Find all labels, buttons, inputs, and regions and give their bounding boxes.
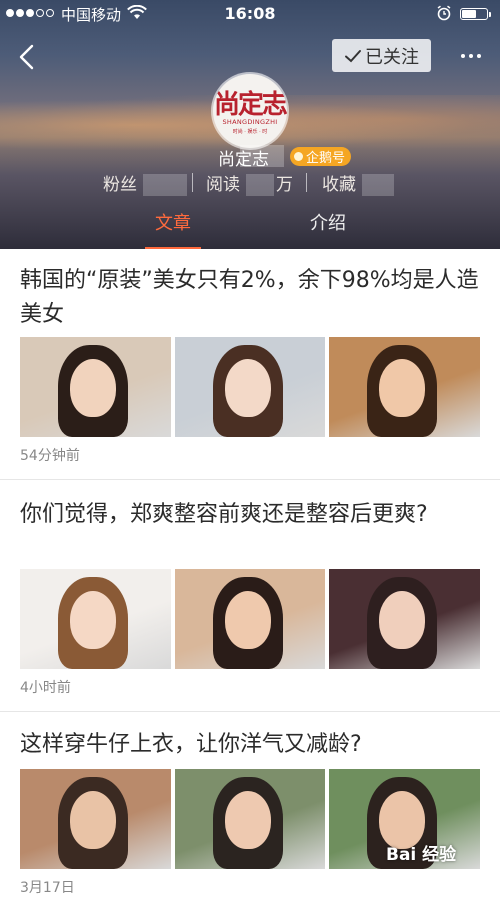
stat-reads[interactable]: 阅读 万 [206, 170, 293, 196]
status-bar: 中国移动 16:08 [0, 0, 500, 28]
article-thumbnails [20, 337, 480, 437]
account-avatar[interactable]: 尚定志 SHANGDINGZHI 时尚 · 娱乐 · 时 [213, 74, 287, 148]
article-title: 你们觉得，郑爽整容前爽还是整容后更爽? [20, 502, 428, 527]
stat-divider [306, 173, 307, 192]
more-options-button[interactable] [456, 44, 486, 68]
watermark-text: Bai 经验 [386, 845, 457, 865]
avatar-logo-text: 尚定志 [213, 90, 287, 120]
article-time: 3月17日 [20, 880, 75, 896]
article-time: 54分钟前 [20, 448, 80, 464]
article-title: 韩国的“原装”美女只有2%，余下98%均是人造美女 [20, 268, 479, 327]
badge-icon [294, 152, 303, 161]
follow-button[interactable]: 已关注 [332, 39, 431, 72]
article-time: 4小时前 [20, 680, 71, 696]
battery-icon [460, 8, 491, 20]
back-arrow-icon[interactable] [14, 42, 42, 72]
thumbnail-image [174, 337, 326, 437]
fans-count-mask [143, 174, 187, 196]
thumbnail-image [174, 569, 326, 669]
stat-favorites[interactable]: 收藏 [322, 170, 394, 196]
favorites-count-mask [362, 174, 394, 196]
tab-intro[interactable]: 介绍 [283, 209, 373, 235]
stat-fans-label: 粉丝 [103, 175, 137, 195]
thumbnail-face-shape [379, 359, 426, 417]
thumbnail-face-shape [224, 359, 271, 417]
account-stats: 粉丝 阅读 万 收藏 [0, 170, 500, 196]
reads-count-mask [246, 174, 274, 196]
thumbnail-face-shape [224, 591, 271, 649]
alarm-icon [437, 5, 451, 21]
thumbnail-image [20, 769, 171, 869]
badge-label: 企鹅号 [306, 151, 346, 166]
stat-favorites-label: 收藏 [322, 175, 356, 195]
divider [0, 711, 500, 712]
status-time: 16:08 [224, 4, 276, 23]
profile-tabs: 文章 介绍 [0, 205, 500, 249]
stat-reads-label: 阅读 [206, 175, 240, 195]
tab-articles[interactable]: 文章 [128, 209, 218, 235]
thumbnail-face-shape [70, 791, 116, 849]
checkmark-icon [345, 49, 361, 62]
account-name-row: 尚定志 企鹅号 [0, 145, 500, 170]
avatar-tagline: 时尚 · 娱乐 · 时 [232, 129, 268, 135]
baidu-jingyan-watermark: Bai 经验 [386, 840, 456, 865]
thumbnail-image [174, 769, 326, 869]
thumbnail-face-shape [379, 591, 426, 649]
stat-fans[interactable]: 粉丝 [103, 170, 187, 196]
avatar-brand: SHANGDINGZHI [222, 118, 278, 126]
thumbnail-image [329, 569, 480, 669]
article-title: 这样穿牛仔上衣，让你洋气又减龄? [20, 732, 362, 757]
follow-button-label: 已关注 [365, 46, 419, 68]
stat-reads-suffix: 万 [276, 175, 293, 195]
penguin-account-badge: 企鹅号 [290, 147, 352, 166]
active-tab-indicator [145, 247, 201, 249]
thumbnail-face-shape [224, 791, 271, 849]
article-thumbnails [20, 569, 480, 669]
thumbnail-image [20, 569, 171, 669]
thumbnail-face-shape [70, 591, 116, 649]
thumbnail-image [329, 337, 480, 437]
name-blur-mask [240, 145, 284, 167]
profile-header: 中国移动 16:08 已关注 尚定志 SHANGDINGZHI 时尚 · 娱乐 … [0, 0, 500, 249]
thumbnail-image [20, 337, 171, 437]
divider [0, 479, 500, 480]
thumbnail-face-shape [70, 359, 116, 417]
stat-divider [192, 173, 193, 192]
